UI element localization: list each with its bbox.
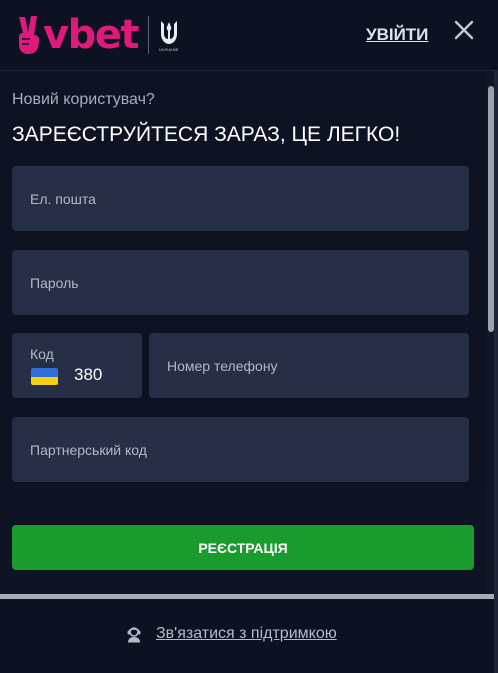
ukraine-crest: UKRAINE: [158, 18, 180, 52]
support-label: Зв'язатися з підтримкою: [156, 625, 337, 642]
close-icon[interactable]: [453, 19, 475, 41]
country-code-select[interactable]: Код 380: [12, 333, 142, 398]
phone-placeholder: Номер телефону: [167, 357, 278, 374]
logo[interactable]: vbet UKRAINE: [16, 14, 180, 56]
email-placeholder: Ел. пошта: [30, 190, 96, 207]
country-code-value: 380: [74, 365, 103, 384]
contact-support-link[interactable]: Зв'язатися з підтримкою: [126, 625, 337, 643]
logo-divider: [147, 16, 149, 54]
logo-wordmark: vbet: [43, 12, 139, 58]
email-field[interactable]: Ел. пошта: [12, 166, 469, 231]
trident-icon: [160, 21, 177, 44]
new-user-subtitle: Новий користувач?: [12, 91, 155, 108]
window-edge: [494, 71, 498, 673]
crest-caption: UKRAINE: [159, 47, 179, 52]
victory-hand-icon: [19, 16, 40, 54]
partner-code-placeholder: Партнерський код: [30, 441, 147, 458]
partner-code-field[interactable]: Партнерський код: [12, 417, 469, 482]
ukraine-flag-icon: [31, 368, 58, 385]
header-bar: vbet UKRAINE УВІЙТИ: [0, 0, 498, 71]
code-label: Код: [30, 346, 54, 362]
password-field[interactable]: Пароль: [12, 250, 469, 315]
support-agent-icon: [127, 626, 141, 642]
register-button[interactable]: РЕЄСТРАЦІЯ: [12, 525, 474, 570]
phone-field[interactable]: Номер телефону: [149, 333, 469, 398]
login-link[interactable]: УВІЙТИ: [366, 25, 428, 45]
password-placeholder: Пароль: [30, 274, 79, 291]
register-heading: ЗАРЕЄСТРУЙТЕСЯ ЗАРАЗ, ЦЕ ЛЕГКО!: [12, 123, 401, 146]
